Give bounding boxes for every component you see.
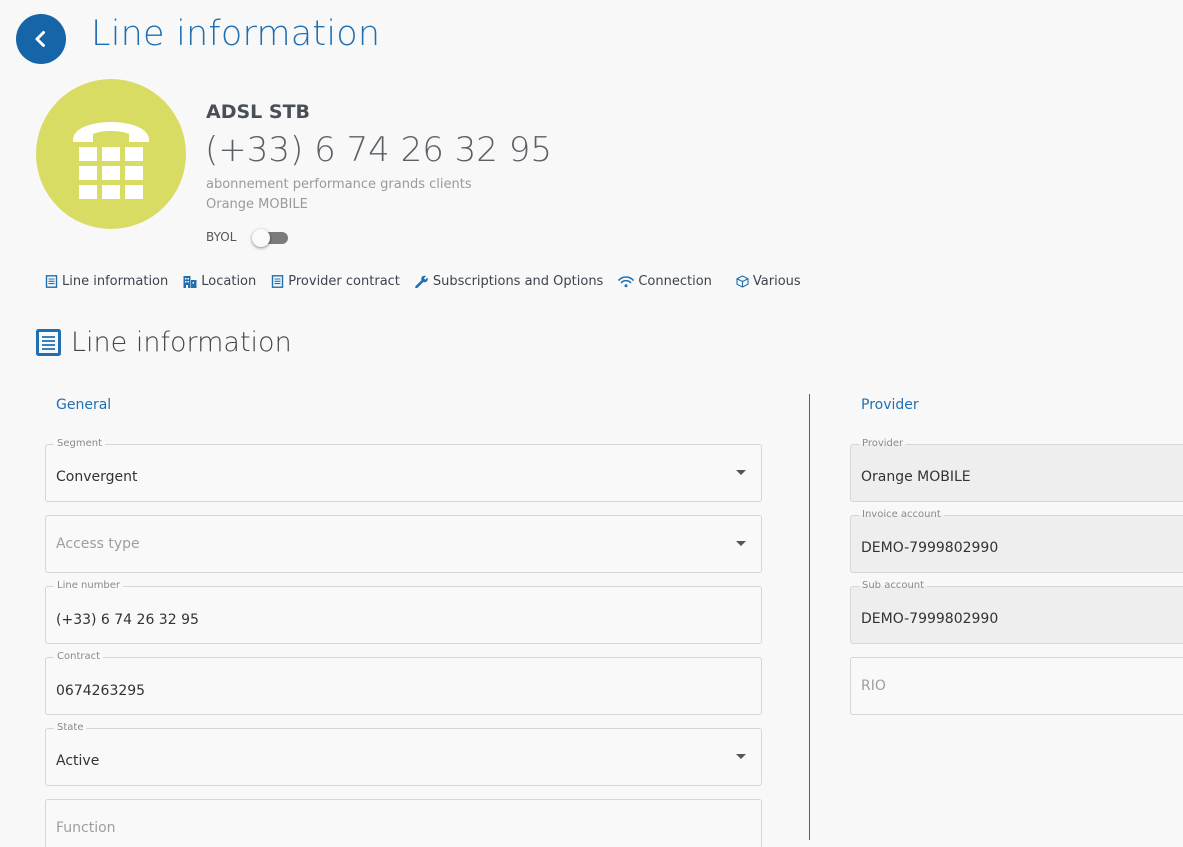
tab-location[interactable]: Location	[183, 274, 256, 289]
byol-label: BYOL	[206, 230, 237, 244]
tab-connection[interactable]: Connection	[618, 274, 712, 289]
section-tabs: Line information Location Provider contr…	[45, 274, 816, 289]
field-value: Convergent	[56, 469, 138, 485]
field-placeholder: Function	[56, 820, 116, 836]
field-value: (+33) 6 74 26 32 95	[56, 612, 199, 628]
line-name: ADSL STB	[206, 101, 311, 123]
tab-label: Location	[201, 274, 257, 289]
tab-subscriptions-and-options[interactable]: Subscriptions and Options	[415, 274, 603, 289]
function-field[interactable]: Function	[45, 799, 762, 847]
tab-line-information[interactable]: Line information	[45, 274, 168, 289]
field-label: State	[54, 722, 87, 734]
column-divider	[809, 394, 810, 840]
caret-down-icon	[736, 754, 746, 759]
caret-down-icon	[736, 541, 746, 546]
field-label: Line number	[54, 580, 124, 592]
wrench-icon	[415, 275, 429, 288]
document-icon	[45, 275, 58, 288]
field-value: 0674263295	[56, 683, 146, 699]
field-label: Invoice account	[859, 509, 944, 521]
line-number-field[interactable]: Line number (+33) 6 74 26 32 95	[45, 580, 762, 644]
sub-account-field: Sub account DEMO-7999802990	[850, 580, 1183, 644]
line-provider: Orange MOBILE	[206, 197, 308, 212]
line-avatar	[36, 79, 186, 229]
caret-down-icon	[736, 470, 746, 475]
byol-toggle[interactable]	[252, 229, 288, 247]
back-button[interactable]	[16, 14, 66, 64]
field-label: Provider	[859, 438, 907, 450]
tab-label: Line information	[62, 274, 169, 289]
access-type-select[interactable]: Access type	[45, 515, 762, 573]
segment-select[interactable]: Segment Convergent	[45, 438, 762, 502]
field-value: Orange MOBILE	[861, 469, 971, 485]
tab-provider-contract[interactable]: Provider contract	[271, 274, 400, 289]
wifi-icon	[618, 276, 635, 288]
contract-field[interactable]: Contract 0674263295	[45, 651, 762, 715]
field-label: Contract	[54, 651, 104, 663]
cube-icon	[736, 275, 749, 288]
field-placeholder: Access type	[56, 536, 140, 552]
page-title: Line information	[91, 14, 381, 54]
field-value: DEMO-7999802990	[861, 540, 999, 556]
document-icon	[272, 275, 284, 288]
tab-label: Various	[752, 274, 801, 289]
section-heading: Line information	[36, 327, 292, 358]
section-title: Line information	[71, 327, 292, 358]
field-label: Segment	[54, 438, 105, 450]
telephone-icon	[73, 122, 149, 199]
state-select[interactable]: State Active	[45, 722, 762, 786]
provider-field: Provider Orange MOBILE	[850, 438, 1183, 502]
invoice-account-field: Invoice account DEMO-7999802990	[850, 509, 1183, 573]
rio-field[interactable]: RIO	[850, 657, 1183, 715]
tab-label: Subscriptions and Options	[432, 274, 604, 289]
tab-label: Connection	[638, 274, 712, 289]
document-icon	[36, 329, 61, 356]
group-label-general: General	[56, 397, 112, 413]
field-value: DEMO-7999802990	[861, 611, 999, 627]
tab-label: Provider contract	[288, 274, 400, 289]
field-value: Active	[56, 753, 100, 769]
chevron-left-icon	[35, 31, 45, 47]
line-number: (+33) 6 74 26 32 95	[205, 130, 553, 170]
tab-various[interactable]: Various	[736, 274, 801, 289]
group-label-provider: Provider	[861, 397, 919, 413]
field-placeholder: RIO	[861, 678, 886, 694]
toggle-knob	[252, 229, 270, 247]
line-plan: abonnement performance grands clients	[206, 177, 472, 192]
building-icon	[183, 276, 197, 288]
field-label: Sub account	[859, 580, 928, 592]
